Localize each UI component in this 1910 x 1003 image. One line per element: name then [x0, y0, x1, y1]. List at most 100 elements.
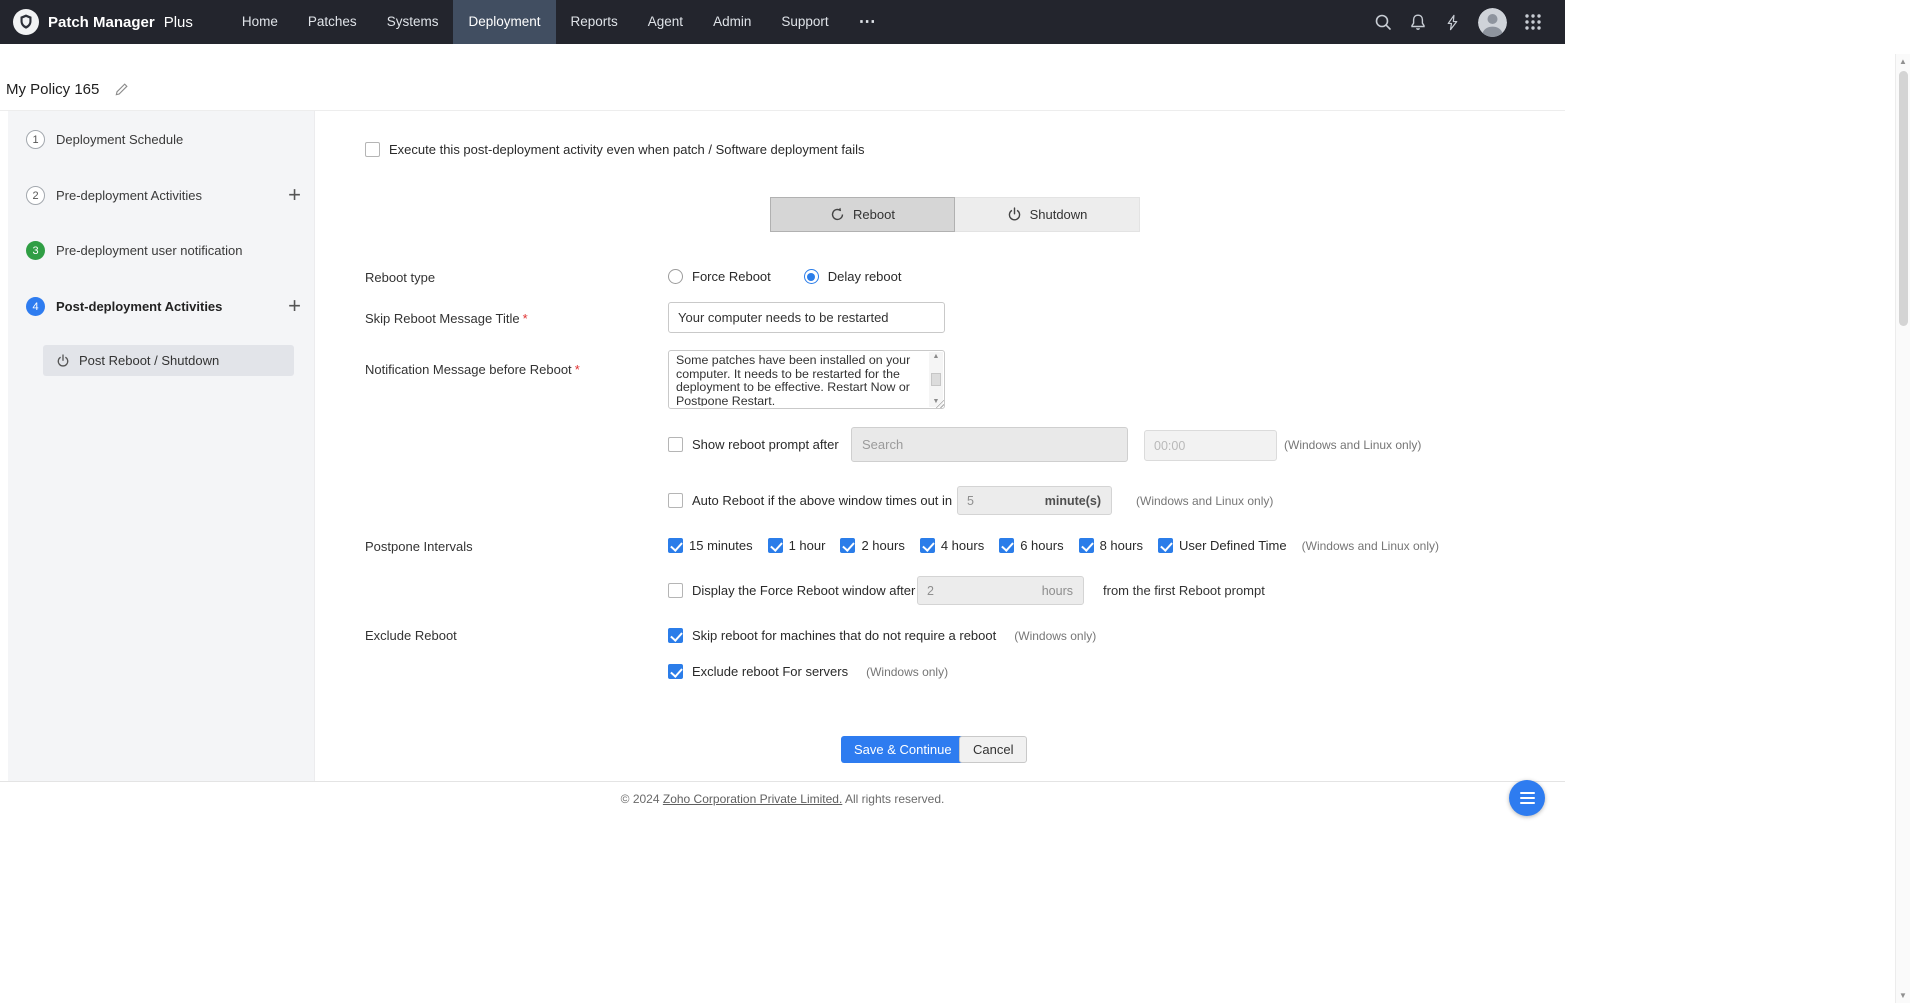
step-number: 4 [26, 297, 45, 316]
notification-bell-icon[interactable] [1409, 13, 1427, 31]
postpone-os-note: (Windows and Linux only) [1302, 539, 1439, 553]
exclude-servers-label: Exclude reboot For servers [692, 664, 848, 679]
option-label: 1 hour [789, 538, 826, 553]
reboot-shutdown-tabs: Reboot Shutdown [770, 197, 1140, 232]
auto-reboot-value: 5 [958, 494, 974, 508]
brand-name: Patch Manager [48, 14, 155, 31]
scrollbar-up-icon[interactable]: ▲ [1896, 57, 1910, 66]
notification-message-text: Some patches have been installed on your… [676, 354, 924, 406]
execute-activity-checkbox[interactable] [365, 142, 380, 157]
search-icon[interactable] [1374, 13, 1392, 31]
brand-logo[interactable]: Patch Manager Plus [13, 9, 193, 35]
nav-item-reports[interactable]: Reports [556, 0, 633, 44]
nav-item-more[interactable]: ⋯ [844, 0, 892, 44]
skip-reboot-machines-row: Skip reboot for machines that do not req… [668, 628, 1096, 643]
shutdown-power-icon [1007, 207, 1022, 222]
option-label: User Defined Time [1179, 538, 1287, 553]
sub-item-label: Post Reboot / Shutdown [79, 353, 219, 368]
checkbox-4-hours[interactable] [920, 538, 935, 553]
step-number: 2 [26, 186, 45, 205]
nav-item-admin[interactable]: Admin [698, 0, 766, 44]
copyright-prefix: © 2024 [621, 792, 663, 806]
force-reboot-label: Force Reboot [692, 269, 771, 284]
postpone-intervals-label: Postpone Intervals [365, 539, 473, 554]
scrollbar-down-icon[interactable]: ▼ [1896, 991, 1910, 1000]
skip-reboot-title-input[interactable] [668, 302, 945, 333]
scrollbar-thumb[interactable] [1899, 71, 1908, 326]
exclude-servers-checkbox[interactable] [668, 664, 683, 679]
show-reboot-prompt-checkbox[interactable] [668, 437, 683, 452]
nav-item-systems[interactable]: Systems [372, 0, 454, 44]
reboot-icon [830, 207, 845, 222]
nav-item-patches[interactable]: Patches [293, 0, 372, 44]
checkbox-2-hours[interactable] [840, 538, 855, 553]
notification-message-textarea[interactable]: Some patches have been installed on your… [668, 350, 945, 409]
force-reboot-window-checkbox[interactable] [668, 583, 683, 598]
sidebar-item-post-reboot-shutdown[interactable]: Post Reboot / Shutdown [43, 345, 294, 376]
step-pre-deployment-activities[interactable]: 2 Pre-deployment Activities [26, 186, 202, 205]
checkbox-1-hour[interactable] [768, 538, 783, 553]
auto-reboot-os-note: (Windows and Linux only) [1136, 494, 1273, 508]
delay-reboot-option: Delay reboot [804, 269, 902, 284]
step-post-deployment-activities[interactable]: 4 Post-deployment Activities [26, 297, 222, 316]
zoho-corporation-link[interactable]: Zoho Corporation Private Limited. [663, 792, 842, 806]
step-pre-deployment-user-notification[interactable]: 3 Pre-deployment user notification [26, 241, 242, 260]
wizard-sidebar: 1 Deployment Schedule 2 Pre-deployment A… [8, 111, 315, 781]
force-reboot-radio[interactable] [668, 269, 683, 284]
delay-reboot-label: Delay reboot [828, 269, 902, 284]
force-reboot-hours-input: 2 hours [917, 576, 1084, 605]
topbar-actions [1374, 8, 1542, 37]
exclude-reboot-label: Exclude Reboot [365, 628, 457, 643]
add-post-deployment-activity-button[interactable]: + [288, 295, 301, 317]
nav-item-home[interactable]: Home [227, 0, 293, 44]
auto-reboot-unit: minute(s) [1035, 487, 1111, 514]
tab-reboot-label: Reboot [853, 207, 895, 222]
required-asterisk: * [523, 311, 528, 326]
auto-reboot-checkbox[interactable] [668, 493, 683, 508]
tab-shutdown[interactable]: Shutdown [955, 197, 1140, 232]
nav-item-deployment[interactable]: Deployment [453, 0, 555, 44]
step-label: Pre-deployment Activities [56, 188, 202, 203]
apps-grid-icon[interactable] [1524, 13, 1542, 31]
postpone-option: 15 minutes [668, 538, 753, 553]
page-scrollbar[interactable]: ▲ ▼ [1895, 54, 1910, 1003]
reboot-prompt-time-input [1144, 430, 1277, 461]
hamburger-icon [1520, 792, 1535, 794]
copyright-suffix: All rights reserved. [842, 792, 944, 806]
checkbox-8-hours[interactable] [1079, 538, 1094, 553]
skip-reboot-machines-label: Skip reboot for machines that do not req… [692, 628, 996, 643]
textarea-scrollbar-thumb[interactable] [931, 373, 941, 386]
quick-actions-bolt-icon[interactable] [1444, 14, 1461, 31]
skip-reboot-machines-checkbox[interactable] [668, 628, 683, 643]
textarea-scrollbar: ▲ ▼ [929, 352, 943, 407]
step-label: Deployment Schedule [56, 132, 183, 147]
scroll-up-icon[interactable]: ▲ [933, 353, 940, 361]
add-pre-deployment-activity-button[interactable]: + [288, 184, 301, 206]
checkbox-user-defined-time[interactable] [1158, 538, 1173, 553]
exclude-servers-os-note: (Windows only) [866, 665, 948, 679]
step-deployment-schedule[interactable]: 1 Deployment Schedule [26, 130, 183, 149]
edit-policy-name-icon[interactable] [114, 82, 129, 97]
nav-item-support[interactable]: Support [766, 0, 843, 44]
avatar-person-icon [1478, 8, 1507, 37]
page-title: My Policy 165 [6, 81, 99, 98]
postpone-option: 4 hours [920, 538, 984, 553]
patch-manager-logo-icon [13, 9, 39, 35]
execute-activity-row: Execute this post-deployment activity ev… [365, 142, 864, 157]
postpone-intervals-options: 15 minutes 1 hour 2 hours 4 hours 6 hour… [668, 538, 1439, 553]
save-continue-button[interactable]: Save & Continue [841, 736, 965, 763]
user-avatar[interactable] [1478, 8, 1507, 37]
tab-reboot[interactable]: Reboot [770, 197, 955, 232]
checkbox-6-hours[interactable] [999, 538, 1014, 553]
content-bottom-divider [0, 781, 1565, 782]
delay-reboot-radio[interactable] [804, 269, 819, 284]
skip-reboot-os-note: (Windows only) [1014, 629, 1096, 643]
cancel-button[interactable]: Cancel [959, 736, 1027, 763]
step-label: Post-deployment Activities [56, 299, 222, 314]
show-reboot-prompt-label: Show reboot prompt after [692, 437, 839, 452]
nav-item-agent[interactable]: Agent [633, 0, 698, 44]
postpone-option: 8 hours [1079, 538, 1143, 553]
force-reboot-window-row: Display the Force Reboot window after [668, 583, 915, 598]
checkbox-15-minutes[interactable] [668, 538, 683, 553]
floating-menu-button[interactable] [1509, 780, 1545, 816]
